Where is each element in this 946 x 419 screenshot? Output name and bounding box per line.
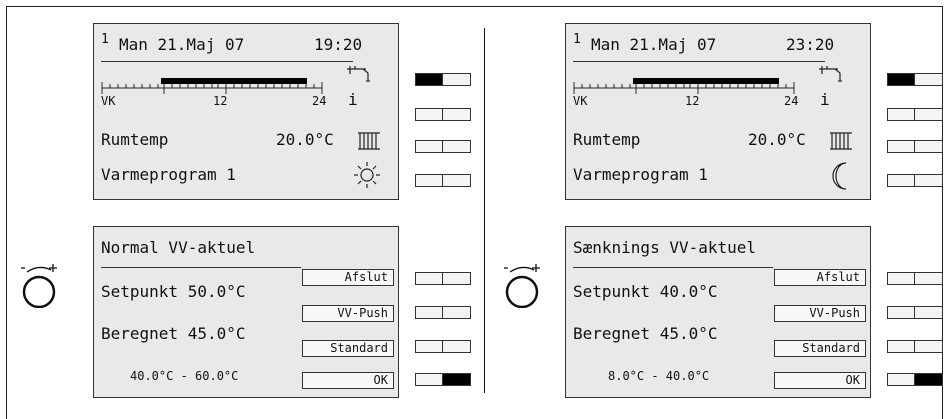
- side-button-8[interactable]: [415, 373, 471, 386]
- afslut-softkey[interactable]: Afslut: [302, 269, 394, 286]
- range-text: 8.0°C - 40.0°C: [608, 369, 710, 383]
- setpoint-text: Setpunkt 40.0°C: [573, 282, 718, 301]
- moon-icon: [832, 162, 847, 190]
- rotary-knob-icon[interactable]: [500, 264, 544, 308]
- title-rule: [101, 267, 301, 268]
- side-button-2[interactable]: [415, 108, 471, 121]
- afslut-softkey[interactable]: Afslut: [774, 269, 866, 286]
- header-rule: [101, 61, 353, 62]
- clock-time: 23:20: [786, 35, 835, 54]
- button-fill: [416, 74, 443, 85]
- room-temp-label: Rumtemp: [101, 130, 169, 149]
- side-button-3[interactable]: [415, 140, 471, 153]
- panel-day: 1 Man 21.Maj 07 19:20 VK 12 24 i Rumtemp…: [0, 0, 471, 414]
- ok-softkey[interactable]: OK: [774, 372, 866, 389]
- side-button-7[interactable]: [887, 340, 943, 353]
- standard-softkey[interactable]: Standard: [302, 340, 394, 357]
- button-fill: [915, 374, 942, 385]
- side-button-8[interactable]: [887, 373, 943, 386]
- line-number: 1: [573, 32, 581, 47]
- timeline-end-label: 24: [784, 94, 799, 108]
- header-rule: [573, 61, 825, 62]
- timeline-mid-label: 12: [213, 94, 228, 108]
- vv-push-softkey[interactable]: VV-Push: [302, 305, 394, 322]
- side-button-1[interactable]: [415, 73, 471, 86]
- timeline-start-label: VK: [101, 94, 116, 108]
- ok-softkey[interactable]: OK: [302, 372, 394, 389]
- radiator-icon: [830, 132, 852, 150]
- screen-title: Sænknings VV-aktuel: [573, 238, 757, 257]
- range-text: 40.0°C - 60.0°C: [130, 369, 239, 383]
- panel-night: 1 Man 21.Maj 07 23:20 VK 12 24 i Rumtemp…: [472, 0, 943, 414]
- radiator-icon: [358, 132, 380, 150]
- side-button-7[interactable]: [415, 340, 471, 353]
- title-rule: [573, 267, 773, 268]
- standard-softkey[interactable]: Standard: [774, 340, 866, 357]
- calculated-text: Beregnet 45.0°C: [101, 324, 246, 343]
- screen-title: Normal VV-aktuel: [101, 238, 256, 257]
- info-icon: i: [820, 90, 830, 109]
- setpoint-text: Setpunkt 50.0°C: [101, 282, 246, 301]
- day-date: Man 21.Maj 07: [591, 35, 717, 54]
- tap-water-icon: [819, 66, 842, 82]
- heating-period-bar: [161, 78, 307, 84]
- calculated-text: Beregnet 45.0°C: [573, 324, 718, 343]
- side-button-3[interactable]: [887, 140, 943, 153]
- timeline-mid-label: 12: [685, 94, 700, 108]
- vv-push-softkey[interactable]: VV-Push: [774, 305, 866, 322]
- button-fill: [443, 374, 470, 385]
- timeline-end-label: 24: [312, 94, 327, 108]
- status-screen: 1 Man 21.Maj 07 19:20 VK 12 24 i Rumtemp…: [93, 23, 399, 200]
- side-button-2[interactable]: [887, 108, 943, 121]
- sun-icon: [354, 162, 380, 188]
- day-date: Man 21.Maj 07: [119, 35, 245, 54]
- program-label: Varmeprogram 1: [101, 165, 236, 184]
- side-button-4[interactable]: [415, 174, 471, 187]
- program-label: Varmeprogram 1: [573, 165, 708, 184]
- rotary-knob-icon[interactable]: [17, 264, 61, 308]
- side-button-4[interactable]: [887, 174, 943, 187]
- info-icon: i: [348, 90, 358, 109]
- tap-water-icon: [347, 66, 370, 82]
- side-button-5[interactable]: [887, 272, 943, 285]
- side-button-5[interactable]: [415, 272, 471, 285]
- line-number: 1: [101, 32, 109, 47]
- button-fill: [888, 74, 915, 85]
- side-button-6[interactable]: [415, 306, 471, 319]
- status-screen: 1 Man 21.Maj 07 23:20 VK 12 24 i Rumtemp…: [565, 23, 871, 200]
- side-button-6[interactable]: [887, 306, 943, 319]
- timeline-start-label: VK: [573, 94, 588, 108]
- room-temp-value: 20.0°C: [276, 130, 334, 149]
- room-temp-value: 20.0°C: [748, 130, 806, 149]
- clock-time: 19:20: [314, 35, 363, 54]
- heating-period-bar: [633, 78, 779, 84]
- room-temp-label: Rumtemp: [573, 130, 641, 149]
- side-button-1[interactable]: [887, 73, 943, 86]
